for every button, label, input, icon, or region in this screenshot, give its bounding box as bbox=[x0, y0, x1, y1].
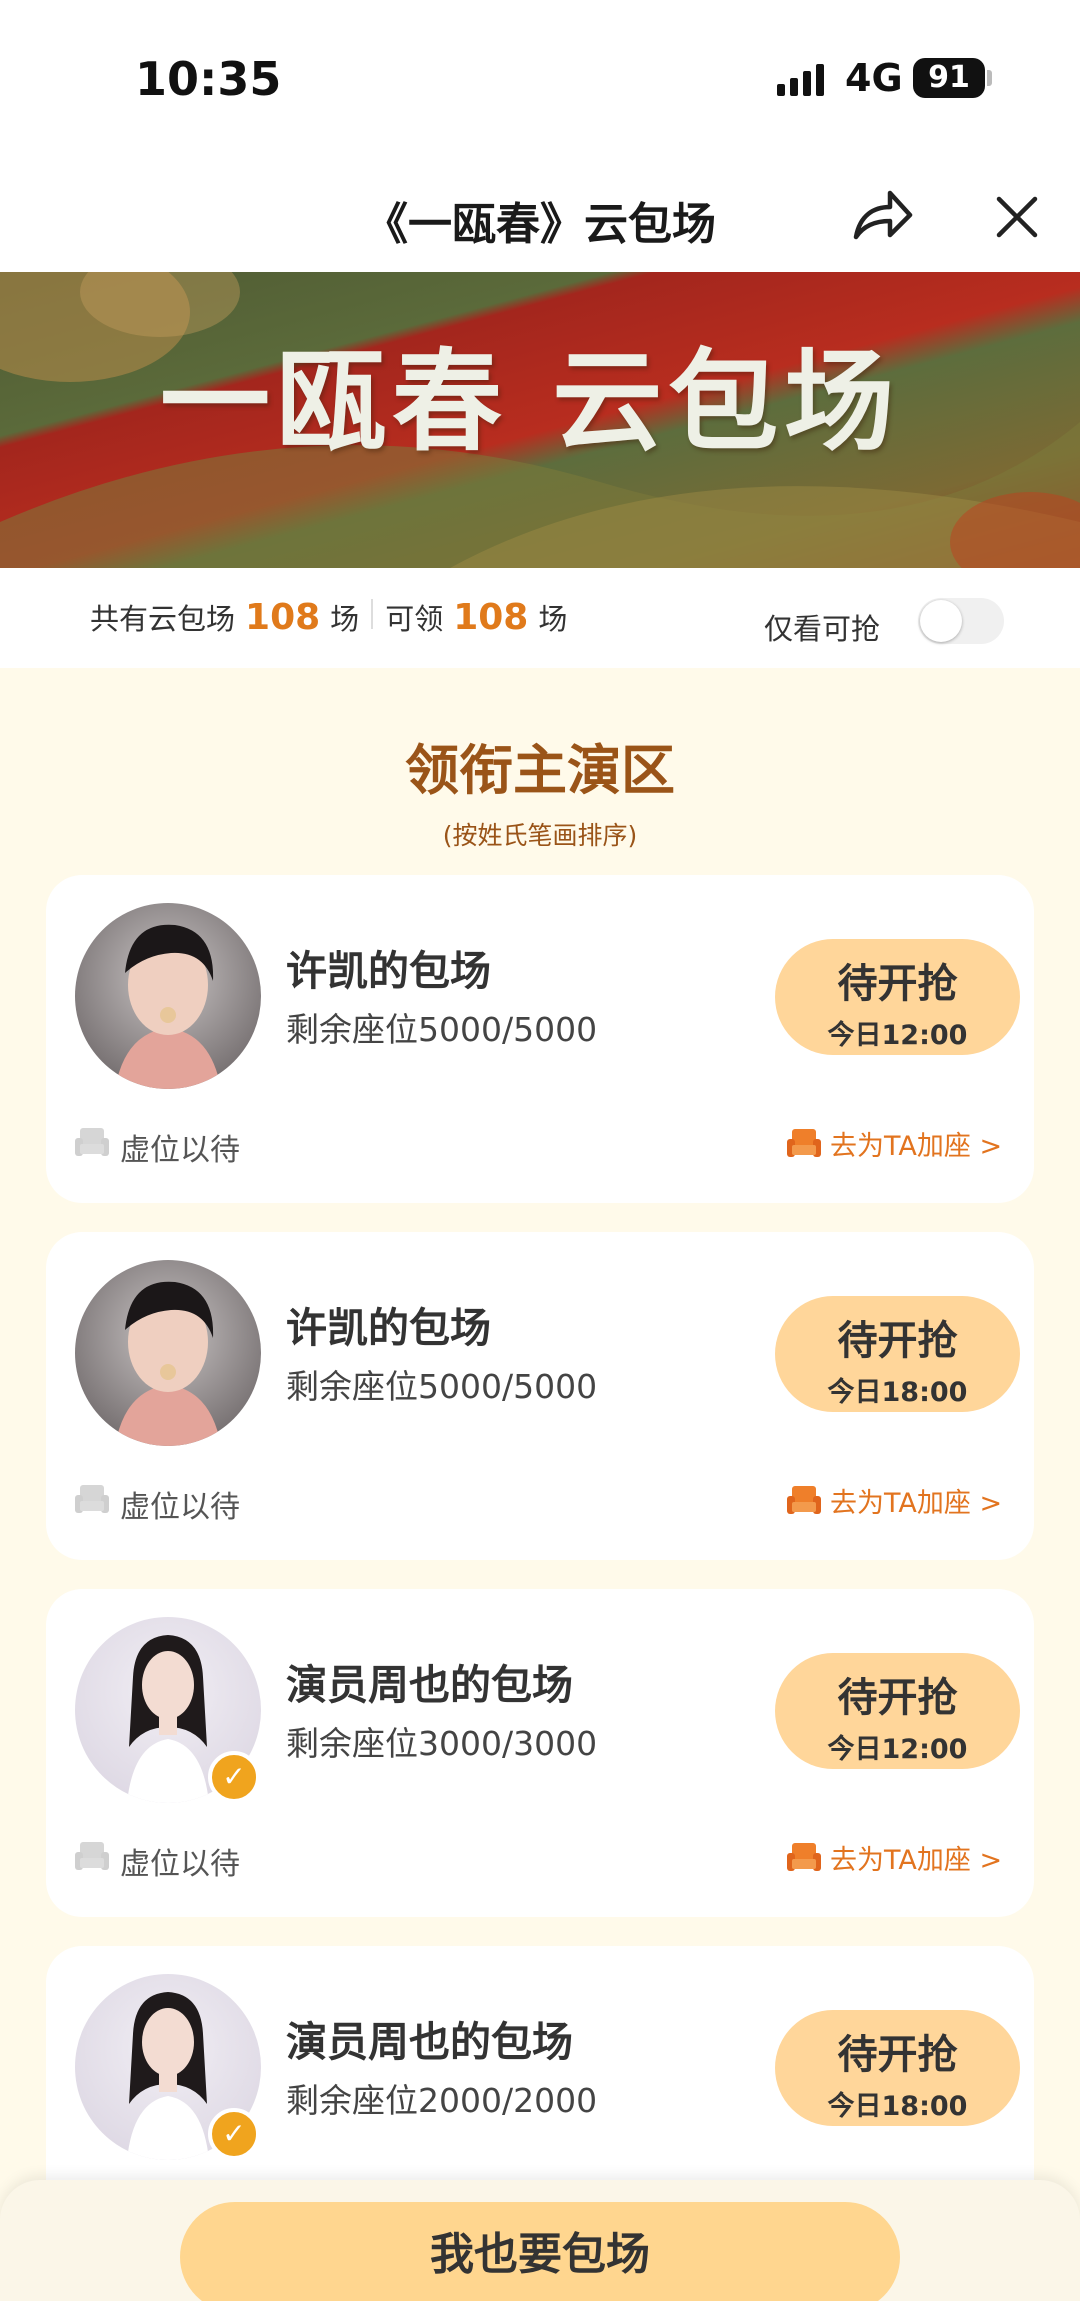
grab-button-label: 待开抢 bbox=[837, 1675, 958, 1721]
grab-button[interactable]: 待开抢 今日12:00 bbox=[775, 1653, 1020, 1769]
bottom-bar: 我也要包场 bbox=[0, 2180, 1080, 2301]
stats-text: 共有云包场 108 场 可领 108 场 bbox=[90, 596, 567, 638]
banner: 一瓯春 云包场 bbox=[0, 272, 1080, 568]
stats-divider bbox=[371, 599, 374, 629]
session-card[interactable]: ✓ 演员周也的包场 剩余座位3000/3000 待开抢 今日12:00 虚位以待… bbox=[46, 1589, 1034, 1917]
network-label: 4G bbox=[845, 56, 903, 100]
add-seat-label: 去为TA加座 > bbox=[830, 1845, 1003, 1876]
sofa-icon bbox=[787, 1842, 821, 1871]
toggle-knob bbox=[920, 600, 962, 642]
remaining-seats: 剩余座位5000/5000 bbox=[286, 1010, 598, 1049]
grab-button-time: 今日12:00 bbox=[827, 1734, 968, 1765]
session-name: 演员周也的包场 bbox=[286, 1661, 573, 1709]
total-count: 108 bbox=[245, 597, 321, 638]
remaining-seats: 剩余座位3000/3000 bbox=[286, 1724, 598, 1763]
battery-cap bbox=[987, 70, 992, 86]
total-unit: 场 bbox=[330, 602, 360, 636]
add-seat-label: 去为TA加座 > bbox=[830, 1131, 1003, 1162]
verified-icon: ✓ bbox=[208, 1751, 260, 1803]
add-seat-link[interactable]: 去为TA加座 > bbox=[786, 1481, 1002, 1520]
close-icon[interactable] bbox=[995, 195, 1039, 239]
sofa-icon bbox=[75, 1128, 109, 1156]
vacant-label: 虚位以待 bbox=[120, 1847, 240, 1882]
toggle-label: 仅看可抢 bbox=[764, 612, 881, 646]
stats-row: 共有云包场 108 场 可领 108 场 仅看可抢 bbox=[0, 568, 1080, 668]
avatar-portrait bbox=[115, 1281, 221, 1446]
vacant-label: 虚位以待 bbox=[120, 1133, 240, 1168]
remaining-seats: 剩余座位5000/5000 bbox=[286, 1367, 598, 1406]
grab-button-label: 待开抢 bbox=[837, 2032, 958, 2078]
status-time: 10:35 bbox=[135, 52, 282, 106]
nav-bar: 《一瓯春》云包场 bbox=[0, 150, 1080, 272]
sofa-icon bbox=[787, 1485, 821, 1514]
session-card[interactable]: 许凯的包场 剩余座位5000/5000 待开抢 今日12:00 虚位以待 去为T… bbox=[46, 875, 1034, 1203]
section-subtitle: (按姓氏笔画排序) bbox=[442, 821, 638, 850]
session-name: 演员周也的包场 bbox=[286, 2018, 573, 2066]
avatar[interactable] bbox=[75, 1260, 261, 1446]
page-title: 《一瓯春》云包场 bbox=[364, 199, 716, 250]
create-session-button[interactable]: 我也要包场 bbox=[180, 2202, 900, 2301]
sofa-icon bbox=[75, 1842, 109, 1870]
grab-button[interactable]: 待开抢 今日18:00 bbox=[775, 1296, 1020, 1412]
verified-icon: ✓ bbox=[208, 2108, 260, 2160]
grab-button-label: 待开抢 bbox=[837, 961, 958, 1007]
status-bar: 10:35 4G 91 bbox=[0, 0, 1080, 150]
grab-button-label: 待开抢 bbox=[837, 1318, 958, 1364]
add-seat-link[interactable]: 去为TA加座 > bbox=[786, 1838, 1002, 1877]
avatar[interactable] bbox=[75, 903, 261, 1089]
grab-button-time: 今日18:00 bbox=[827, 1377, 968, 1408]
add-seat-link[interactable]: 去为TA加座 > bbox=[786, 1124, 1002, 1163]
battery-icon: 91 bbox=[913, 58, 985, 98]
total-label: 共有云包场 bbox=[90, 602, 236, 636]
share-icon[interactable] bbox=[850, 185, 914, 245]
page: 10:35 4G 91 《一瓯春》云包场 一瓯春 云包场 共有云包场 108 场… bbox=[0, 0, 1080, 2301]
claim-count: 108 bbox=[453, 597, 529, 638]
session-card[interactable]: 许凯的包场 剩余座位5000/5000 待开抢 今日18:00 虚位以待 去为T… bbox=[46, 1232, 1034, 1560]
avatar-portrait bbox=[115, 924, 221, 1089]
session-name: 许凯的包场 bbox=[286, 947, 491, 995]
grab-button[interactable]: 待开抢 今日18:00 bbox=[775, 2010, 1020, 2126]
vacant-label: 虚位以待 bbox=[120, 1490, 240, 1525]
banner-title: 一瓯春 云包场 bbox=[160, 337, 901, 466]
claim-label: 可领 bbox=[385, 602, 444, 636]
grab-button-time: 今日12:00 bbox=[827, 1020, 968, 1051]
sofa-icon bbox=[75, 1485, 109, 1513]
signal-icon bbox=[777, 64, 824, 96]
section-title: 领衔主演区 bbox=[405, 739, 675, 802]
available-only-toggle[interactable] bbox=[918, 598, 1004, 644]
add-seat-label: 去为TA加座 > bbox=[830, 1488, 1003, 1519]
sofa-icon bbox=[787, 1128, 821, 1157]
grab-button-time: 今日18:00 bbox=[827, 2091, 968, 2122]
grab-button[interactable]: 待开抢 今日12:00 bbox=[775, 939, 1020, 1055]
remaining-seats: 剩余座位2000/2000 bbox=[286, 2081, 598, 2120]
session-name: 许凯的包场 bbox=[286, 1304, 491, 1352]
claim-unit: 场 bbox=[538, 602, 568, 636]
